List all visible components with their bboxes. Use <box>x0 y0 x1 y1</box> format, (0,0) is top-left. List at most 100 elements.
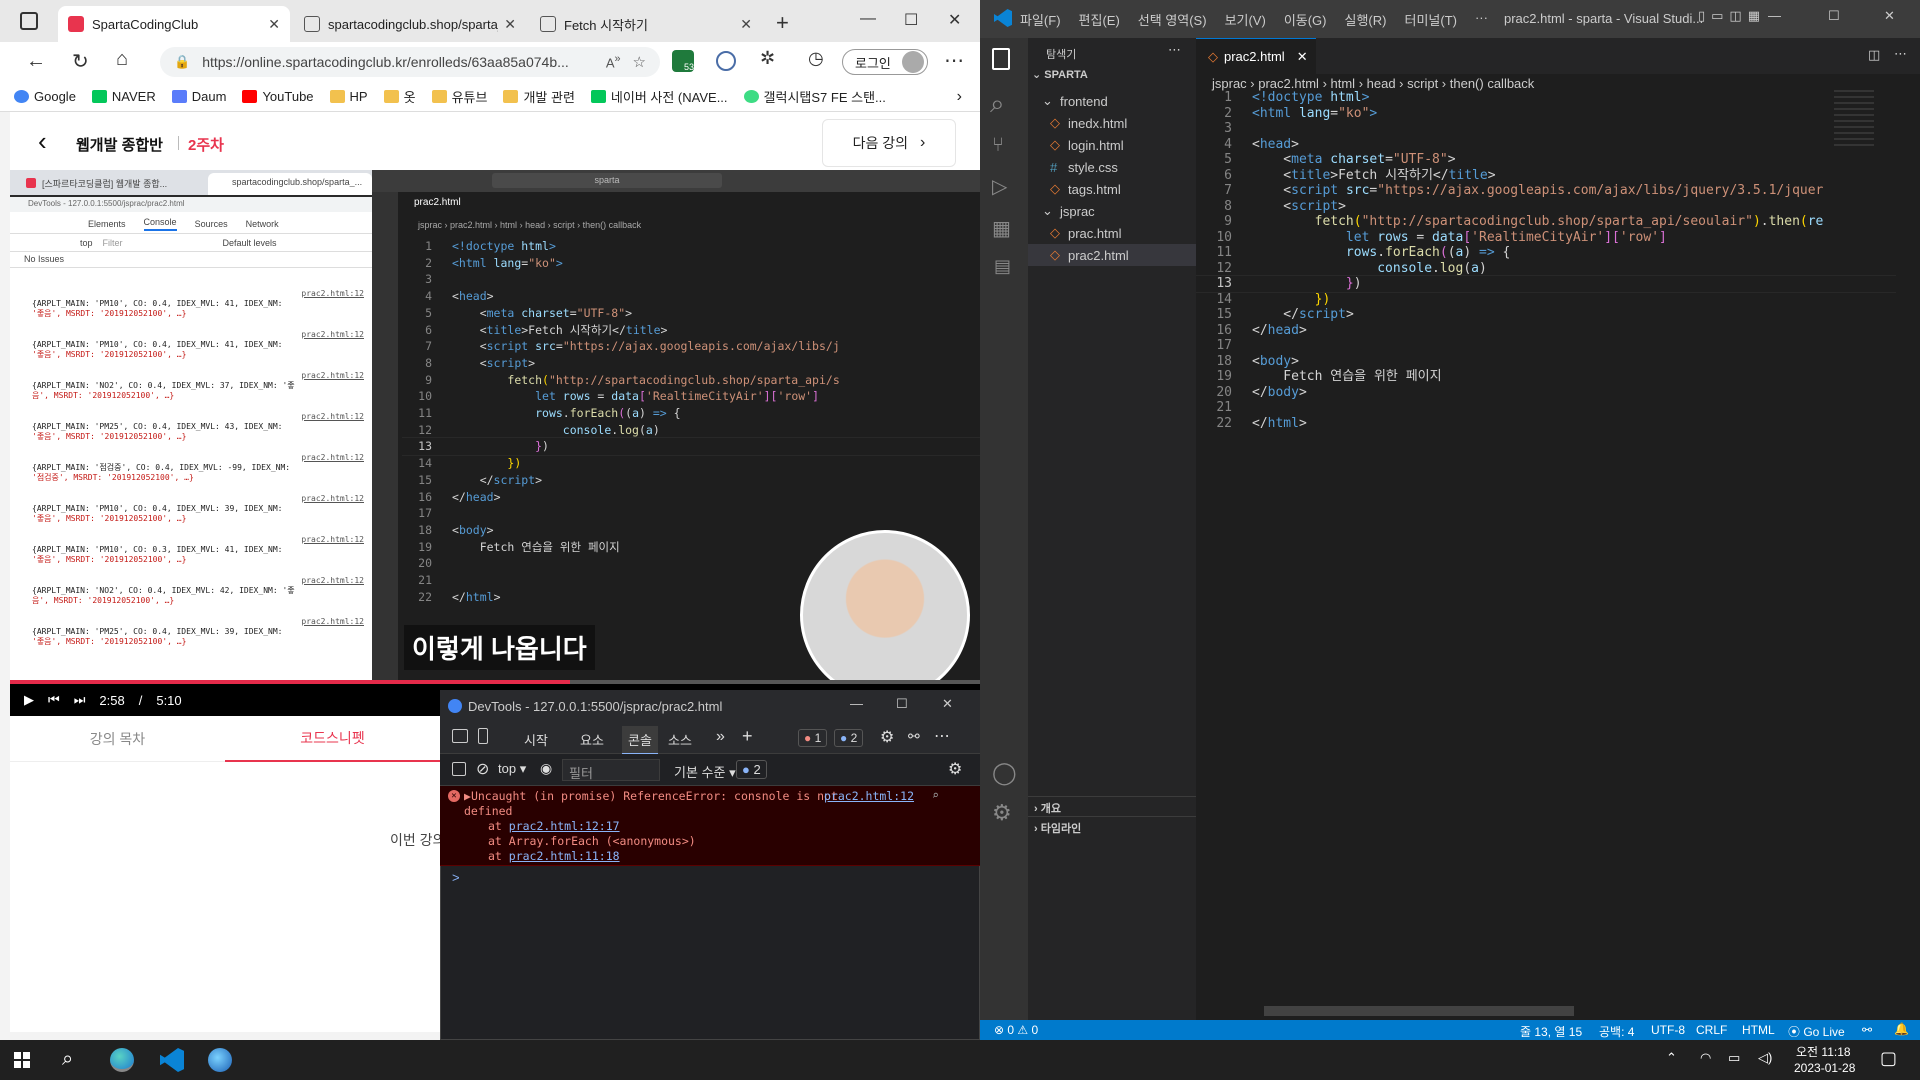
root-folder[interactable]: ⌄ SPARTA <box>1032 68 1088 81</box>
vscode-taskbar-icon[interactable] <box>160 1048 184 1072</box>
close-tab-icon[interactable]: ✕ <box>504 16 516 33</box>
remote-icon[interactable]: ▤ <box>994 256 1011 277</box>
search-icon[interactable]: ⌕ <box>990 88 1005 120</box>
play-icon[interactable]: ▶ <box>24 692 34 708</box>
search-icon[interactable]: ⌕ <box>62 1048 73 1071</box>
stack-frame-link[interactable]: prac2.html:11:18 <box>509 849 620 863</box>
menu-run[interactable]: 실행(R) <box>1345 10 1387 29</box>
history-icon[interactable]: ◷ <box>808 48 824 69</box>
crumb[interactable]: then() callback <box>1450 76 1535 91</box>
menu-file[interactable]: 파일(F) <box>1020 10 1061 29</box>
maximize-icon[interactable]: ☐ <box>1828 8 1840 24</box>
console-filter-input[interactable]: 필터 <box>562 759 660 781</box>
back-arrow-icon[interactable]: ‹ <box>38 126 47 157</box>
puzzle-icon[interactable]: ✲ <box>760 48 775 69</box>
status-eol[interactable]: CRLF <box>1696 1023 1727 1037</box>
clock-date[interactable]: 2023-01-28 <box>1794 1061 1855 1075</box>
status-indentation[interactable]: 공백: 4 <box>1599 1023 1634 1040</box>
close-window-icon[interactable]: ✕ <box>948 10 961 30</box>
more-icon[interactable]: ⋯ <box>944 48 964 73</box>
clear-console-icon[interactable]: ⊘ <box>476 759 489 779</box>
bookmark-hp[interactable]: HP <box>329 89 368 104</box>
close-window-icon[interactable]: ✕ <box>942 696 953 712</box>
close-tab-icon[interactable]: ✕ <box>1297 49 1308 65</box>
bookmark-youtube-folder[interactable]: 유튜브 <box>431 87 487 106</box>
settings-gear-icon[interactable]: ⚙ <box>992 800 1012 826</box>
device-toolbar-icon[interactable] <box>478 728 488 744</box>
favorite-icon[interactable]: ☆ <box>633 53 646 71</box>
tab-actions-icon[interactable] <box>20 12 38 30</box>
tab-curriculum[interactable]: 강의 목차 <box>10 716 225 762</box>
devtools-tab-console[interactable]: 콘솔 <box>622 726 658 755</box>
refresh-icon[interactable]: ↻ <box>72 49 89 74</box>
address-bar[interactable]: 🔒 https://online.spartacodingclub.kr/enr… <box>160 47 660 77</box>
status-language[interactable]: HTML <box>1742 1023 1775 1037</box>
error-source-link[interactable]: prac2.html:12 <box>824 789 914 804</box>
more-icon[interactable]: ⋯ <box>934 726 950 746</box>
minimize-icon[interactable]: — <box>850 696 863 711</box>
issues-badge[interactable]: ● 2 <box>736 760 767 779</box>
close-window-icon[interactable]: ✕ <box>1884 8 1895 24</box>
context-select[interactable]: top ▾ <box>498 761 526 777</box>
crumb[interactable]: html <box>1331 76 1356 91</box>
settings-icon[interactable]: ⚙ <box>880 727 894 747</box>
editor-tab-prac2[interactable]: ◇ prac2.html ✕ <box>1196 38 1316 74</box>
start-icon[interactable] <box>14 1052 30 1068</box>
sidebar-toggle-icon[interactable] <box>452 762 466 776</box>
eye-icon[interactable]: ◉ <box>540 760 552 777</box>
crumb[interactable]: script <box>1407 76 1438 91</box>
bookmarks-more-icon[interactable]: › <box>957 88 962 106</box>
browser-tab-fetch[interactable]: Fetch 시작하기 ✕ <box>530 6 762 42</box>
error-count-badge[interactable]: ● 1 <box>798 729 828 747</box>
problems-indicator[interactable]: ⊗ 0 ⚠ 0 <box>994 1023 1038 1037</box>
clock-time[interactable]: 오전 11:18 <box>1796 1043 1851 1060</box>
bookmark-daum[interactable]: Daum <box>171 89 226 104</box>
menu-more[interactable]: ··· <box>1475 10 1488 29</box>
source-control-icon[interactable]: ⑂ <box>992 134 1004 157</box>
tree-item-tags-html[interactable]: ◇ tags.html <box>1028 178 1196 200</box>
devtools-tab-elements[interactable]: 요소 <box>580 730 604 749</box>
go-live-button[interactable]: ⦿ Go Live <box>1788 1023 1845 1040</box>
notification-center-icon[interactable]: ▢ <box>1880 1048 1897 1069</box>
tree-item-login-html[interactable]: ◇ login.html <box>1028 134 1196 156</box>
status-cursor-position[interactable]: 줄 13, 열 15 <box>1520 1023 1582 1040</box>
extension-icon[interactable] <box>716 51 736 71</box>
stack-frame-link[interactable]: prac2.html:12:17 <box>509 819 620 833</box>
close-tab-icon[interactable]: ✕ <box>740 16 752 33</box>
tree-item-style-css[interactable]: # style.css <box>1028 156 1196 178</box>
edge-dev-taskbar-icon[interactable] <box>208 1048 232 1072</box>
edge-taskbar-icon[interactable] <box>110 1048 134 1072</box>
login-button[interactable]: 로그인 <box>842 49 928 75</box>
bookmark-clothes[interactable]: 옷 <box>383 87 416 106</box>
close-tab-icon[interactable]: ✕ <box>268 16 280 33</box>
console-prompt[interactable]: > <box>452 870 460 885</box>
read-aloud-icon[interactable]: A» <box>606 53 621 70</box>
tree-item-frontend[interactable]: ⌄ frontend <box>1028 90 1196 112</box>
bookmark-dev[interactable]: 개발 관련 <box>503 87 575 106</box>
crumb[interactable]: head <box>1367 76 1396 91</box>
code-editor[interactable]: 1 <!doctype html> 2 <html lang="ko"> 3 4 <head… <box>1196 90 1896 1000</box>
log-level-select[interactable]: 기본 수준 ▾ <box>674 762 736 781</box>
tree-item-jsprac[interactable]: ⌄ jsprac <box>1028 200 1196 222</box>
search-icon[interactable]: ⌕ <box>932 788 939 803</box>
layout-icons[interactable]: ▯▭◫▦ <box>1698 8 1766 24</box>
timeline-section[interactable]: › 타임라인 <box>1028 816 1196 836</box>
tree-item-prac2-html[interactable]: ◇ prac2.html <box>1028 244 1196 266</box>
menu-selection[interactable]: 선택 영역(S) <box>1138 10 1207 29</box>
devtools-tab-welcome[interactable]: 시작 <box>524 730 548 749</box>
maximize-icon[interactable]: ☐ <box>896 696 908 712</box>
tray-overflow-icon[interactable]: ⌃ <box>1666 1050 1677 1066</box>
minimize-icon[interactable]: — <box>860 10 876 28</box>
crumb[interactable]: jsprac <box>1212 76 1247 91</box>
minimize-icon[interactable]: — <box>1768 8 1781 23</box>
extension-badge-icon[interactable]: 53 <box>672 50 694 72</box>
horizontal-scrollbar[interactable] <box>1264 1006 1574 1016</box>
bookmark-galaxy[interactable]: 갤럭시탭S7 FE 스탠... <box>743 87 886 106</box>
menu-view[interactable]: 보기(V) <box>1225 10 1266 29</box>
feedback-icon[interactable]: ⚯ <box>1862 1023 1872 1037</box>
battery-icon[interactable]: ▭ <box>1728 1050 1740 1066</box>
bookmark-naver-dict[interactable]: 네이버 사전 (NAVE... <box>590 87 728 106</box>
menu-terminal[interactable]: 터미널(T) <box>1404 10 1456 29</box>
tree-item-inedx-html[interactable]: ◇ inedx.html <box>1028 112 1196 134</box>
run-debug-icon[interactable]: ▷ <box>992 174 1007 199</box>
